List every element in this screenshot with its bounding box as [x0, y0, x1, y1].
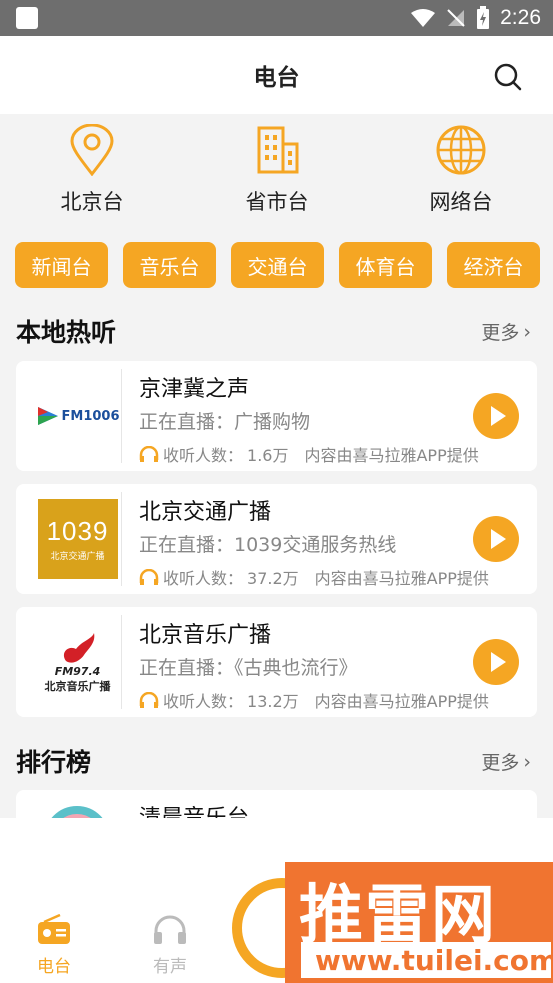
- category-row: 北京台 省市台 网络台: [0, 124, 553, 224]
- logo-text: 1039: [46, 516, 109, 546]
- category-label: 网络台: [429, 190, 493, 214]
- pill-traffic[interactable]: 交通台: [231, 242, 324, 288]
- station-logo: FM1006: [34, 369, 122, 463]
- station-logo: [34, 798, 122, 820]
- no-signal-icon: [447, 9, 465, 27]
- play-button[interactable]: [473, 393, 519, 439]
- section-title-local-hot: 本地热听: [16, 318, 117, 347]
- pill-economy[interactable]: 经济台: [447, 242, 540, 288]
- now-playing: 正在直播：广播购物: [139, 411, 311, 433]
- listeners-label: 收听人数：: [163, 569, 244, 588]
- station-name: 京津冀之声: [139, 377, 250, 402]
- logo-subtext: 北京交通广播: [50, 552, 105, 562]
- play-button[interactable]: [473, 639, 519, 685]
- tab-radio[interactable]: 电台: [36, 914, 72, 977]
- chevron-right-icon: ›: [523, 320, 531, 343]
- station-card[interactable]: FM1006 京津冀之声 正在直播：广播购物 收听人数： 1.6万 内容由喜马拉…: [16, 361, 537, 471]
- more-link-ranking[interactable]: 更多 ›: [481, 748, 531, 775]
- station-name: 清晨音乐台: [139, 806, 250, 820]
- page-title: 电台: [253, 65, 300, 91]
- station-meta: 收听人数： 37.2万 内容由喜马拉雅APP提供: [139, 565, 489, 589]
- notification-icon: [16, 7, 38, 29]
- headphones-icon: [139, 692, 159, 708]
- category-label: 北京台: [60, 190, 124, 214]
- search-icon[interactable]: [493, 62, 523, 92]
- battery-charging-icon: [477, 6, 490, 29]
- station-meta: 收听人数： 1.6万 内容由喜马拉雅APP提供: [139, 442, 479, 466]
- more-label: 更多: [481, 322, 520, 344]
- genre-pills: 新闻台 音乐台 交通台 体育台 经济台: [15, 242, 540, 288]
- watermark: 推雷网 www.tuilei.com: [285, 862, 553, 983]
- listeners-count: 1.6万: [247, 446, 289, 465]
- content-source: 内容由喜马拉雅APP提供: [314, 692, 489, 711]
- listeners-count: 37.2万: [247, 569, 299, 588]
- pill-music[interactable]: 音乐台: [123, 242, 216, 288]
- tab-audio[interactable]: 有声: [152, 914, 188, 977]
- content-source: 内容由喜马拉雅APP提供: [304, 446, 479, 465]
- globe-icon: [436, 125, 486, 175]
- app-header: 电台: [0, 36, 553, 114]
- now-playing: 正在直播：1039交通服务热线: [139, 534, 397, 556]
- logo-subtext: 北京音乐广播: [44, 679, 111, 693]
- location-pin-icon: [70, 124, 114, 176]
- station-card[interactable]: 1039 北京交通广播 北京交通广播 正在直播：1039交通服务热线 收听人数：…: [16, 484, 537, 594]
- tab-label: 有声: [153, 957, 187, 977]
- headphones-icon: [154, 915, 186, 944]
- radio-icon: [38, 914, 70, 944]
- listeners-label: 收听人数：: [163, 692, 244, 711]
- station-logo: FM97.4 北京音乐广播: [34, 615, 122, 709]
- logo-text: FM1006: [61, 408, 120, 424]
- ranking-card[interactable]: 清晨音乐台: [16, 790, 537, 820]
- content-source: 内容由喜马拉雅APP提供: [314, 569, 489, 588]
- listeners-label: 收听人数：: [163, 446, 244, 465]
- headphones-icon: [139, 569, 159, 585]
- station-logo: 1039 北京交通广播: [34, 492, 122, 586]
- watermark-url: www.tuilei.com: [301, 942, 553, 978]
- wifi-icon: [411, 9, 436, 27]
- violin-logo-icon: [63, 632, 94, 663]
- tab-label: 电台: [37, 957, 71, 977]
- status-bar: 2:26: [0, 0, 553, 36]
- pill-news[interactable]: 新闻台: [15, 242, 108, 288]
- clock: 2:26: [500, 6, 541, 29]
- more-link-local-hot[interactable]: 更多 ›: [481, 318, 531, 345]
- category-beijing[interactable]: 北京台: [37, 124, 147, 216]
- station-name: 北京交通广播: [139, 500, 272, 525]
- category-label: 省市台: [245, 190, 309, 214]
- category-internet[interactable]: 网络台: [406, 124, 516, 216]
- logo-text: FM97.4: [54, 664, 101, 678]
- station-card[interactable]: FM97.4 北京音乐广播 北京音乐广播 正在直播：《古典也流行》 收听人数： …: [16, 607, 537, 717]
- logo-mark-icon: [37, 407, 58, 425]
- building-icon: [257, 126, 299, 174]
- station-name: 北京音乐广播: [139, 623, 272, 648]
- now-playing: 正在直播：《古典也流行》: [139, 657, 358, 679]
- pill-sports[interactable]: 体育台: [339, 242, 432, 288]
- play-button[interactable]: [473, 516, 519, 562]
- category-province[interactable]: 省市台: [222, 124, 332, 216]
- station-meta: 收听人数： 13.2万 内容由喜马拉雅APP提供: [139, 688, 489, 712]
- more-label: 更多: [481, 752, 520, 774]
- listeners-count: 13.2万: [247, 692, 299, 711]
- headphones-icon: [139, 446, 159, 462]
- chevron-right-icon: ›: [523, 750, 531, 773]
- section-title-ranking: 排行榜: [16, 748, 92, 777]
